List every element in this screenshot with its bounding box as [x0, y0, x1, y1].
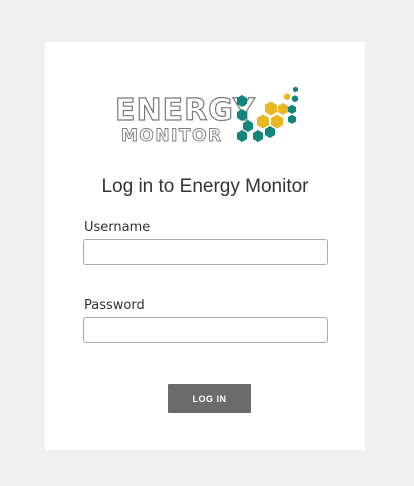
password-label: Password [84, 298, 145, 313]
username-label: Username [84, 220, 151, 235]
hexagon-cluster-icon [237, 86, 298, 142]
logo-wordmark: ENERGY MONITOR [114, 85, 256, 151]
username-input[interactable] [83, 239, 328, 265]
login-card: ENERGY MONITOR Log in to Energy Monitor … [45, 42, 365, 450]
password-input[interactable] [83, 317, 328, 343]
energy-monitor-logo: ENERGY MONITOR [114, 85, 301, 151]
login-button[interactable]: LOG IN [168, 384, 251, 413]
logo-text-monitor: MONITOR [121, 126, 223, 146]
page-title: Log in to Energy Monitor [101, 176, 309, 197]
logo-text-energy: ENERGY [114, 93, 256, 128]
